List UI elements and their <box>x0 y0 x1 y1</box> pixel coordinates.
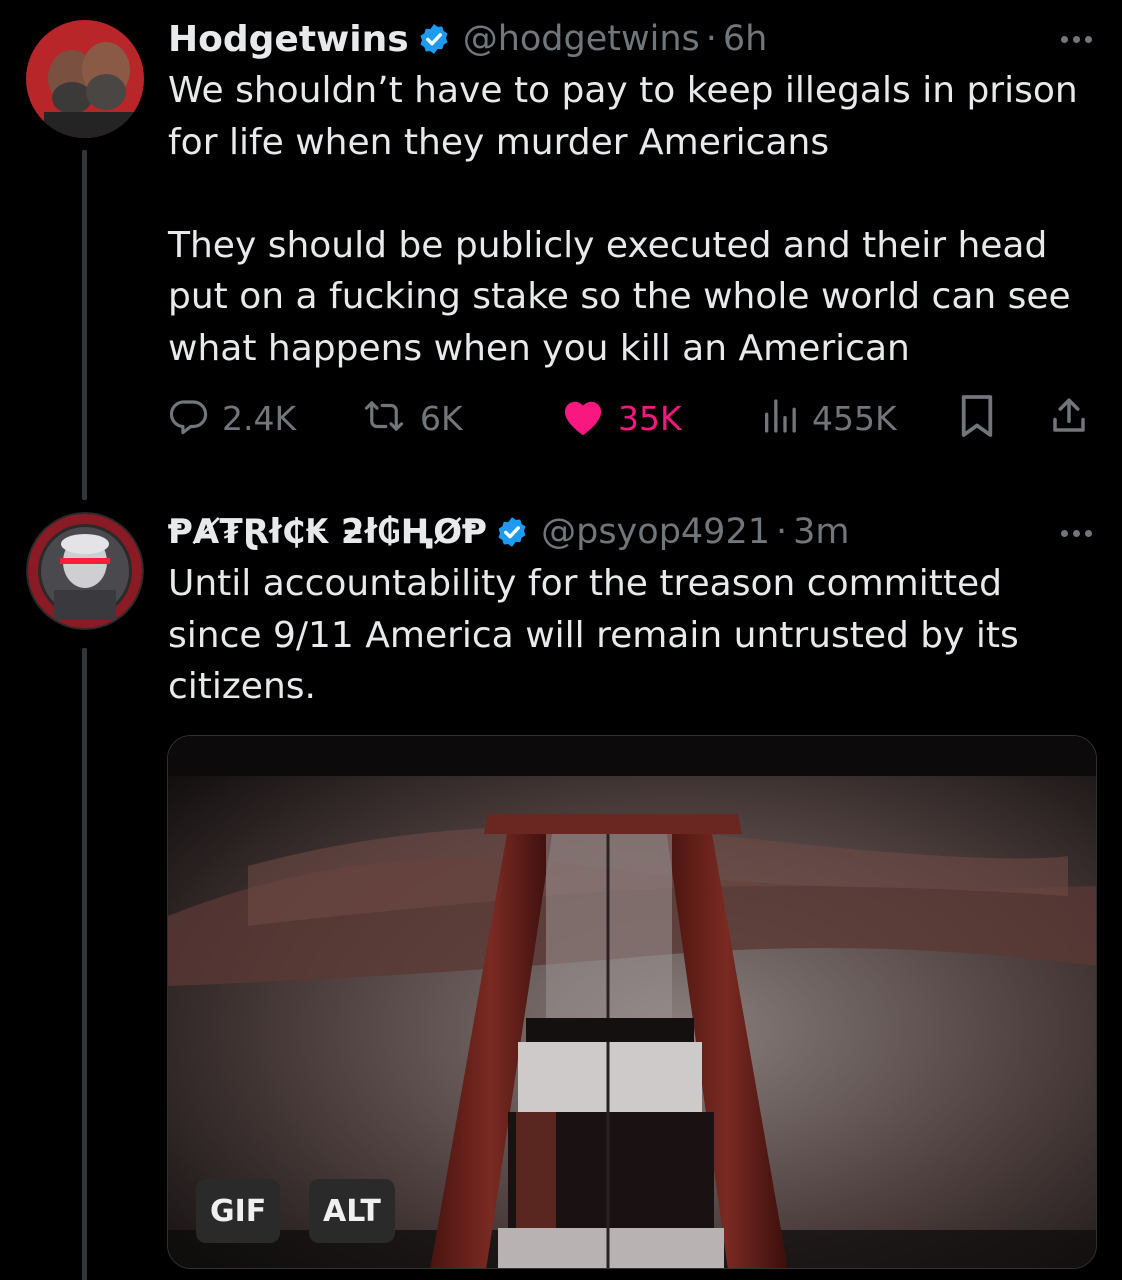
reply-icon <box>168 395 210 441</box>
thread-line <box>82 150 87 500</box>
views-icon <box>760 395 800 441</box>
tweet-text: Until accountability for the treason com… <box>168 563 1031 707</box>
views-count: 455K <box>812 398 897 438</box>
tweet-text: We shouldn’t have to pay to keep illegal… <box>168 70 1078 369</box>
heart-icon <box>560 395 606 441</box>
timestamp[interactable]: 6h <box>723 19 767 59</box>
share-icon <box>1048 394 1090 442</box>
handle[interactable]: @hodgetwins <box>463 19 700 59</box>
alt-text-button[interactable]: ALT <box>309 1179 395 1243</box>
tweet-header: Hodgetwins @hodgetwins · 6h <box>168 14 767 64</box>
reply-count: 2.4K <box>222 398 297 438</box>
more-icon[interactable] <box>1061 530 1092 537</box>
verified-badge-icon <box>417 22 451 56</box>
display-name[interactable]: ⱣȺ₮Ɽł₵₭ ƻł₲ⱧØⱣ <box>168 512 487 552</box>
separator: · <box>775 512 788 552</box>
bookmark-icon <box>958 393 996 443</box>
like-count: 35K <box>618 398 682 438</box>
avatar-hodgetwins[interactable] <box>26 20 144 138</box>
tweet-header: ⱣȺ₮Ɽł₵₭ ƻł₲ⱧØⱣ @psyop4921 · 3m <box>168 507 850 557</box>
repost-button[interactable]: 6K <box>360 390 463 446</box>
avatar-psyop[interactable] <box>26 512 144 630</box>
guillotine-image <box>168 736 1096 1268</box>
views-button[interactable]: 455K <box>760 390 897 446</box>
display-name[interactable]: Hodgetwins <box>168 19 409 60</box>
verified-badge-icon <box>495 515 529 549</box>
separator: · <box>705 19 717 59</box>
like-button[interactable]: 35K <box>560 390 682 446</box>
bookmark-button[interactable] <box>958 390 996 446</box>
reply-button[interactable]: 2.4K <box>168 390 296 446</box>
handle[interactable]: @psyop4921 <box>541 512 770 552</box>
gif-badge: GIF <box>196 1179 281 1243</box>
gif-media[interactable]: GIF ALT <box>167 735 1097 1269</box>
repost-icon <box>360 395 408 441</box>
action-bar: 2.4K 6K 35K 455K <box>168 390 1092 446</box>
more-icon[interactable] <box>1061 36 1092 43</box>
share-button[interactable] <box>1048 390 1090 446</box>
tweet-hodgetwins: Hodgetwins @hodgetwins · 6h We shouldn’t… <box>0 0 1122 500</box>
tweet-psyop: ⱣȺ₮Ɽł₵₭ ƻł₲ⱧØⱣ @psyop4921 · 3m Until acc… <box>0 490 1122 1280</box>
thread-line <box>82 648 87 1280</box>
repost-count: 6K <box>420 398 463 438</box>
timestamp[interactable]: 3m <box>793 512 849 552</box>
